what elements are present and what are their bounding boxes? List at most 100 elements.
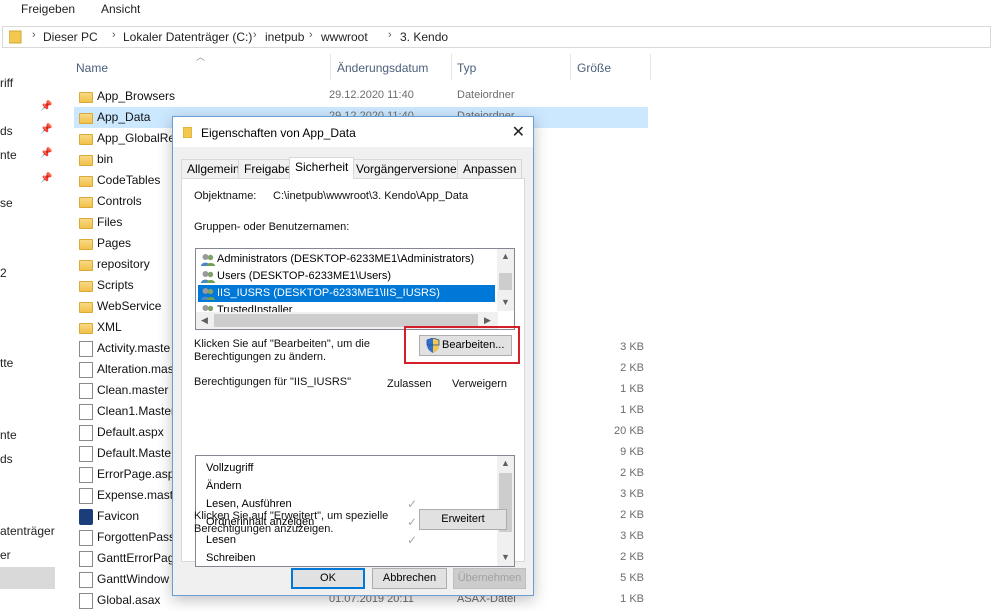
- file-size: 3 KB: [620, 488, 644, 500]
- file-name: Controls: [97, 194, 142, 208]
- file-icon: [79, 362, 93, 378]
- column-separator[interactable]: [330, 54, 331, 80]
- user-list-item[interactable]: Administrators (DESKTOP-6233ME1\Administ…: [198, 251, 495, 268]
- nav-item[interactable]: ds: [0, 124, 13, 138]
- file-icon: [79, 425, 93, 441]
- folder-icon: [79, 302, 93, 313]
- users-vertical-scrollbar[interactable]: ▲ ▼: [497, 249, 514, 311]
- permission-name: Schreiben: [206, 552, 256, 564]
- column-header-name[interactable]: Name: [76, 61, 108, 75]
- chevron-right-icon: ›: [253, 29, 257, 41]
- column-header-date[interactable]: Änderungsdatum: [337, 61, 428, 75]
- nav-selected-item[interactable]: [0, 567, 55, 589]
- nav-item[interactable]: nte: [0, 148, 17, 162]
- file-name: Pages: [97, 236, 132, 250]
- ribbon-tab-view[interactable]: Ansicht: [101, 2, 140, 16]
- file-name: Files: [97, 215, 123, 229]
- tab-security[interactable]: Sicherheit: [289, 157, 355, 179]
- highlight-box: [404, 326, 520, 364]
- breadcrumb-this-pc[interactable]: Dieser PC: [43, 30, 98, 44]
- column-separator[interactable]: [650, 54, 651, 80]
- nav-item[interactable]: riff: [0, 76, 13, 90]
- advanced-hint-line1: Klicken Sie auf "Erweitert", um speziell…: [194, 510, 389, 522]
- breadcrumb-drive[interactable]: Lokaler Datenträger (C:): [123, 30, 252, 44]
- tab-previous-versions[interactable]: Vorgängerversionen: [350, 159, 470, 178]
- scroll-right-icon[interactable]: ▶: [484, 315, 491, 326]
- chevron-right-icon: ›: [32, 29, 36, 41]
- file-name: App_Browsers: [97, 89, 176, 103]
- ok-button[interactable]: OK: [291, 568, 365, 589]
- file-date: 29.12.2020 11:40: [329, 89, 414, 101]
- permission-name: Lesen: [206, 534, 236, 546]
- breadcrumb-inetpub[interactable]: inetpub: [265, 30, 304, 44]
- column-separator[interactable]: [570, 54, 571, 80]
- pin-icon: 📌: [40, 173, 53, 184]
- folder-icon: [79, 239, 93, 250]
- file-name: Clean.master: [97, 383, 169, 397]
- scroll-up-icon[interactable]: ▲: [501, 458, 510, 468]
- scroll-left-icon[interactable]: ◀: [201, 315, 208, 326]
- cancel-button[interactable]: Abbrechen: [372, 568, 447, 589]
- scroll-up-icon[interactable]: ▲: [501, 251, 510, 261]
- breadcrumb-kendo[interactable]: 3. Kendo: [400, 30, 448, 44]
- sort-ascending-icon: ︿: [196, 52, 206, 62]
- scroll-thumb[interactable]: [499, 273, 512, 290]
- file-size: 2 KB: [620, 509, 644, 521]
- folder-icon: [79, 260, 93, 271]
- file-icon: [79, 467, 93, 483]
- permission-name: Lesen, Ausführen: [206, 498, 292, 510]
- users-icon: [201, 253, 215, 266]
- folder-icon: [79, 155, 93, 166]
- edit-hint-line2: Berechtigungen zu ändern.: [194, 351, 327, 363]
- nav-item[interactable]: se: [0, 196, 13, 210]
- nav-item[interactable]: nte: [0, 428, 17, 442]
- file-name: Clean1.Master: [97, 404, 176, 418]
- folder-icon: [79, 134, 93, 145]
- nav-item[interactable]: 2: [0, 266, 7, 280]
- file-size: 2 KB: [620, 467, 644, 479]
- tab-customize[interactable]: Anpassen: [457, 159, 523, 178]
- nav-item[interactable]: ds: [0, 452, 13, 466]
- file-row[interactable]: App_Browsers 29.12.2020 11:40 Dateiordner: [74, 86, 648, 107]
- permission-name: Vollzugriff: [206, 462, 254, 474]
- folder-icon: [182, 126, 193, 139]
- close-icon[interactable]: ✕: [512, 122, 525, 142]
- folder-icon: [79, 218, 93, 229]
- pin-icon: 📌: [40, 101, 53, 112]
- file-type: Dateiordner: [457, 89, 515, 101]
- ribbon-tab-share[interactable]: Freigeben: [21, 2, 75, 16]
- user-name: Administrators (DESKTOP-6233ME1\Administ…: [217, 253, 475, 265]
- column-header-size[interactable]: Größe: [577, 61, 611, 75]
- address-bar[interactable]: › Dieser PC › Lokaler Datenträger (C:) ›…: [2, 26, 991, 48]
- security-panel: Objektname: C:\inetpub\wwwroot\3. Kendo\…: [181, 178, 525, 567]
- file-name: Favicon: [97, 509, 140, 523]
- file-size: 3 KB: [620, 341, 644, 353]
- user-list-item[interactable]: Users (DESKTOP-6233ME1\Users): [198, 268, 495, 285]
- allow-check-icon: ✓: [407, 497, 418, 511]
- edit-hint-line1: Klicken Sie auf "Bearbeiten", um die: [194, 338, 370, 350]
- nav-item[interactable]: tte: [0, 356, 13, 370]
- permissions-label: Berechtigungen für "IIS_IUSRS": [194, 376, 352, 388]
- tab-general[interactable]: Allgemein: [181, 159, 246, 178]
- scroll-down-icon[interactable]: ▼: [501, 552, 510, 562]
- breadcrumb-wwwroot[interactable]: wwwroot: [321, 30, 368, 44]
- nav-item[interactable]: er: [0, 548, 11, 562]
- nav-item[interactable]: atenträger: [0, 524, 55, 538]
- allow-check-icon: ✓: [407, 515, 418, 529]
- advanced-button[interactable]: Erweitert: [419, 509, 507, 530]
- scroll-down-icon[interactable]: ▼: [501, 297, 510, 307]
- file-icon: [79, 404, 93, 420]
- users-icon: [201, 270, 215, 283]
- file-name: Scripts: [97, 278, 134, 292]
- users-listbox[interactable]: Administrators (DESKTOP-6233ME1\Administ…: [195, 248, 515, 330]
- column-separator[interactable]: [451, 54, 452, 80]
- allow-column-label: Zulassen: [387, 378, 432, 390]
- file-icon: [79, 488, 93, 504]
- file-size: 1 KB: [620, 404, 644, 416]
- file-name: Default.aspx: [97, 425, 164, 439]
- file-size: 2 KB: [620, 551, 644, 563]
- column-header-type[interactable]: Typ: [457, 61, 476, 75]
- dialog-title-bar[interactable]: Eigenschaften von App_Data ✕: [173, 117, 533, 147]
- navigation-pane: riff 📌 ds 📌 nte 📌 📌 se 2 tte nte ds aten…: [0, 52, 60, 609]
- user-list-item[interactable]: IIS_IUSRS (DESKTOP-6233ME1\IIS_IUSRS): [198, 285, 495, 302]
